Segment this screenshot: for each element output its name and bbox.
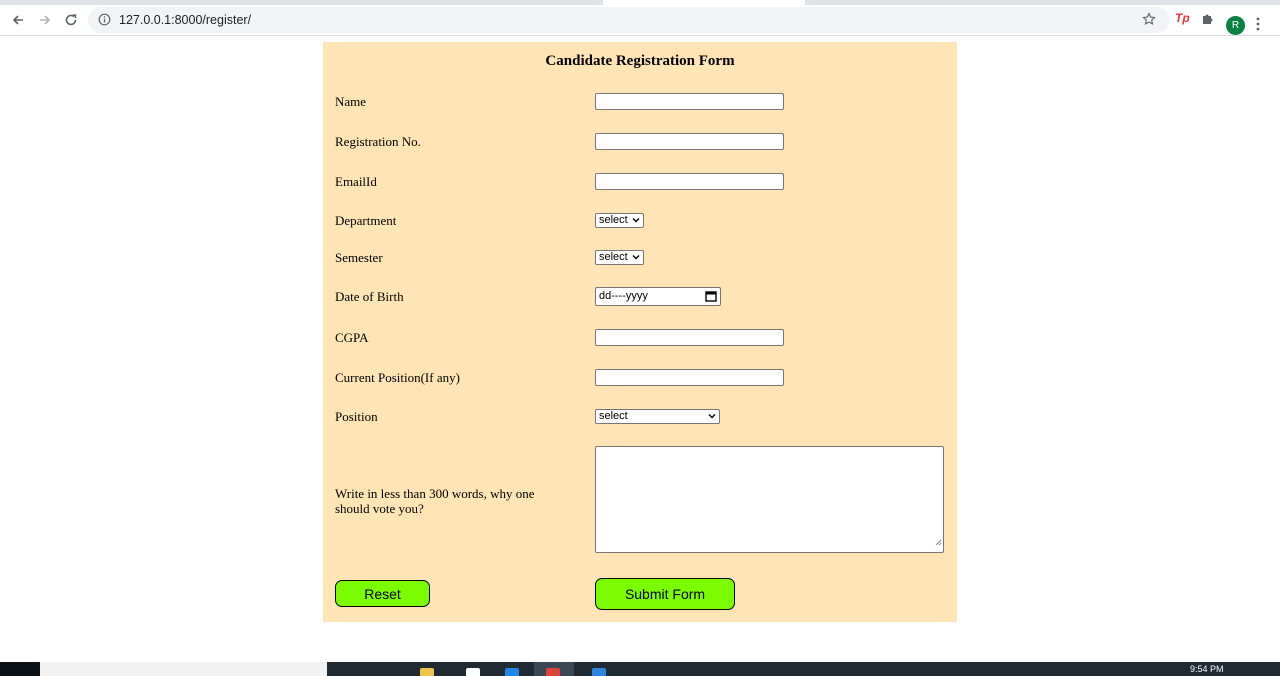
file-explorer-icon[interactable]	[420, 668, 434, 676]
bookmark-star-icon[interactable]	[1142, 12, 1156, 31]
current-position-label: Current Position(If any)	[335, 370, 460, 385]
profile-avatar[interactable]: R	[1226, 16, 1245, 35]
url-text[interactable]: 127.0.0.1:8000/register/	[119, 13, 251, 27]
puzzle-extensions-icon[interactable]	[1201, 11, 1215, 30]
position-select[interactable]: select	[595, 409, 720, 424]
department-select-value: select	[599, 214, 628, 226]
chevron-down-icon	[708, 411, 716, 424]
info-icon[interactable]	[98, 13, 111, 31]
name-input[interactable]	[595, 93, 784, 110]
form-title: Candidate Registration Form	[545, 53, 735, 69]
position-label: Position	[335, 409, 378, 424]
browser-toolbar: 127.0.0.1:8000/register/ Tp R	[0, 5, 1280, 36]
reload-button[interactable]	[60, 9, 82, 31]
forward-button[interactable]	[34, 9, 56, 31]
chevron-down-icon	[632, 215, 640, 228]
reset-button[interactable]: Reset	[335, 580, 430, 607]
current-position-input[interactable]	[595, 369, 784, 386]
arrow-left-icon	[12, 15, 23, 25]
more-menu-icon[interactable]	[1255, 16, 1261, 37]
chrome-icon[interactable]	[546, 668, 560, 676]
semester-select[interactable]: select	[595, 250, 644, 265]
address-bar[interactable]: 127.0.0.1:8000/register/	[88, 7, 1170, 33]
tp-extension-icon[interactable]: Tp	[1175, 11, 1190, 25]
taskbar-clock[interactable]: 9:54 PM	[1190, 664, 1224, 674]
edge-icon[interactable]	[505, 668, 519, 676]
vscode-icon[interactable]	[592, 668, 606, 676]
start-button[interactable]	[0, 662, 40, 676]
store-icon[interactable]	[466, 668, 480, 676]
dob-date-input[interactable]: dd----yyyy	[595, 287, 721, 306]
calendar-icon[interactable]	[705, 290, 717, 305]
taskbar-search[interactable]	[40, 662, 327, 676]
email-input[interactable]	[595, 173, 784, 190]
dob-placeholder: dd----yyyy	[599, 290, 648, 302]
department-select[interactable]: select	[595, 213, 644, 228]
windows-taskbar: 9:54 PM	[0, 662, 1280, 676]
department-label: Department	[335, 213, 397, 228]
registration-form: Candidate Registration Form Name Registr…	[323, 42, 957, 622]
semester-label: Semester	[335, 250, 383, 265]
position-select-value: select	[599, 410, 628, 422]
resize-grip-icon[interactable]	[935, 533, 942, 551]
registration-no-label: Registration No.	[335, 134, 421, 149]
registration-no-input[interactable]	[595, 133, 784, 150]
name-label: Name	[335, 94, 367, 109]
essay-label: Write in less than 300 words, why one sh…	[335, 486, 535, 516]
reload-icon	[65, 14, 77, 26]
essay-textarea[interactable]	[595, 446, 944, 553]
back-button[interactable]	[7, 9, 29, 31]
cgpa-label: CGPA	[335, 330, 369, 345]
dob-label: Date of Birth	[335, 289, 404, 304]
cgpa-input[interactable]	[595, 329, 784, 346]
semester-select-value: select	[599, 251, 628, 263]
arrow-right-icon	[40, 15, 51, 25]
chevron-down-icon	[632, 252, 640, 265]
email-label: EmailId	[335, 174, 377, 189]
submit-button[interactable]: Submit Form	[595, 578, 735, 610]
